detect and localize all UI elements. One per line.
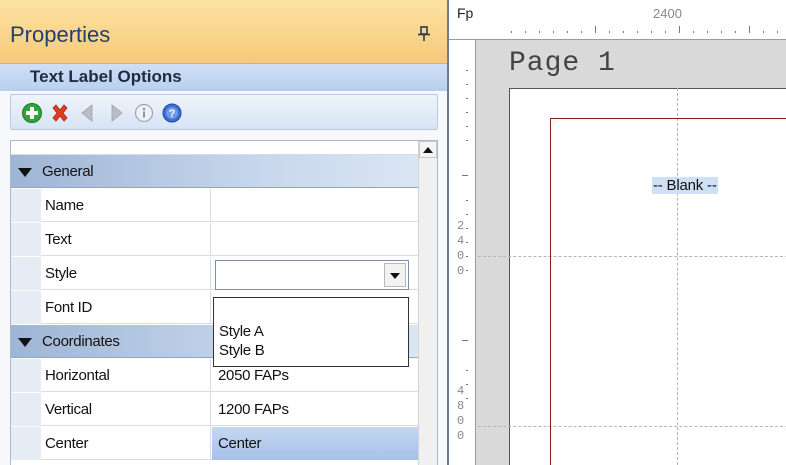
ruler-ticks xyxy=(511,26,778,33)
vertical-ruler: 2 4 0 0 4 8 0 0 xyxy=(449,40,476,465)
center-value[interactable]: Center xyxy=(212,427,419,460)
scroll-up-button[interactable] xyxy=(419,141,437,158)
row-label: Vertical xyxy=(11,393,211,426)
row-vertical[interactable]: Vertical 1200 FAPs xyxy=(11,393,419,426)
scroll-up-arrow-icon xyxy=(423,147,433,153)
svg-text:?: ? xyxy=(169,108,176,120)
grid-header xyxy=(11,141,419,155)
style-combobox[interactable] xyxy=(215,260,409,290)
row-label: Style xyxy=(11,257,211,290)
row-text[interactable]: Text xyxy=(11,223,419,256)
design-canvas[interactable]: Fp 2400 2 4 0 0 4 8 0 0 Page 1 -- Blank … xyxy=(447,0,786,465)
ruler-tick-label: 0 xyxy=(457,429,465,443)
style-dropdown-list: Style A Style B xyxy=(213,297,409,367)
section-title-bar: Text Label Options xyxy=(0,63,447,91)
row-name[interactable]: Name xyxy=(11,189,419,222)
vertical-value[interactable]: 1200 FAPs xyxy=(212,393,419,426)
text-value[interactable] xyxy=(212,223,419,256)
toolbar: ? xyxy=(10,94,438,130)
add-icon[interactable] xyxy=(21,102,43,124)
pin-icon[interactable] xyxy=(417,26,431,42)
style-option[interactable]: Style B xyxy=(219,342,265,360)
row-label: Horizontal xyxy=(11,359,211,392)
blank-text-label[interactable]: -- Blank -- xyxy=(652,177,718,194)
ruler-tick-label: 0 xyxy=(457,414,465,428)
panel-title: Properties xyxy=(10,22,111,47)
style-option[interactable]: Style A xyxy=(219,323,264,341)
row-label: Name xyxy=(11,189,211,222)
ruler-tick-label: 4 xyxy=(457,384,465,398)
row-label: Center xyxy=(11,427,211,460)
collapse-arrow-icon[interactable] xyxy=(17,165,33,179)
ruler-tick-label: 4 xyxy=(457,234,465,248)
collapse-arrow-icon[interactable] xyxy=(17,335,33,349)
category-label: Coordinates xyxy=(42,333,120,350)
properties-panel: Properties Text Label Options ? General … xyxy=(0,0,447,465)
delete-icon[interactable] xyxy=(49,102,71,124)
name-value[interactable] xyxy=(212,189,419,222)
page-label: Page 1 xyxy=(509,48,616,79)
next-icon[interactable] xyxy=(105,102,127,124)
previous-icon[interactable] xyxy=(77,102,99,124)
ruler-tick-label: 0 xyxy=(457,264,465,278)
label-frame[interactable] xyxy=(550,118,786,465)
category-general[interactable]: General xyxy=(11,155,419,188)
ruler-tick-label: 8 xyxy=(457,399,465,413)
chevron-down-icon xyxy=(390,273,400,279)
row-label: Font ID xyxy=(11,291,211,324)
row-label: Text xyxy=(11,223,211,256)
category-label: General xyxy=(42,163,94,180)
combobox-dropdown-button[interactable] xyxy=(384,263,406,287)
ruler-tick-label: 2 xyxy=(457,219,465,233)
row-center[interactable]: Center Center xyxy=(11,427,419,460)
section-title: Text Label Options xyxy=(30,67,182,86)
help-icon[interactable]: ? xyxy=(161,102,183,124)
vertical-scrollbar[interactable] xyxy=(418,141,437,465)
property-grid: General Name Text Style Font ID Coordina… xyxy=(10,140,438,465)
ruler-tick-label: 0 xyxy=(457,249,465,263)
info-icon[interactable] xyxy=(133,102,155,124)
properties-header: Properties xyxy=(0,0,447,63)
horizontal-ruler: Fp 2400 xyxy=(449,0,786,40)
